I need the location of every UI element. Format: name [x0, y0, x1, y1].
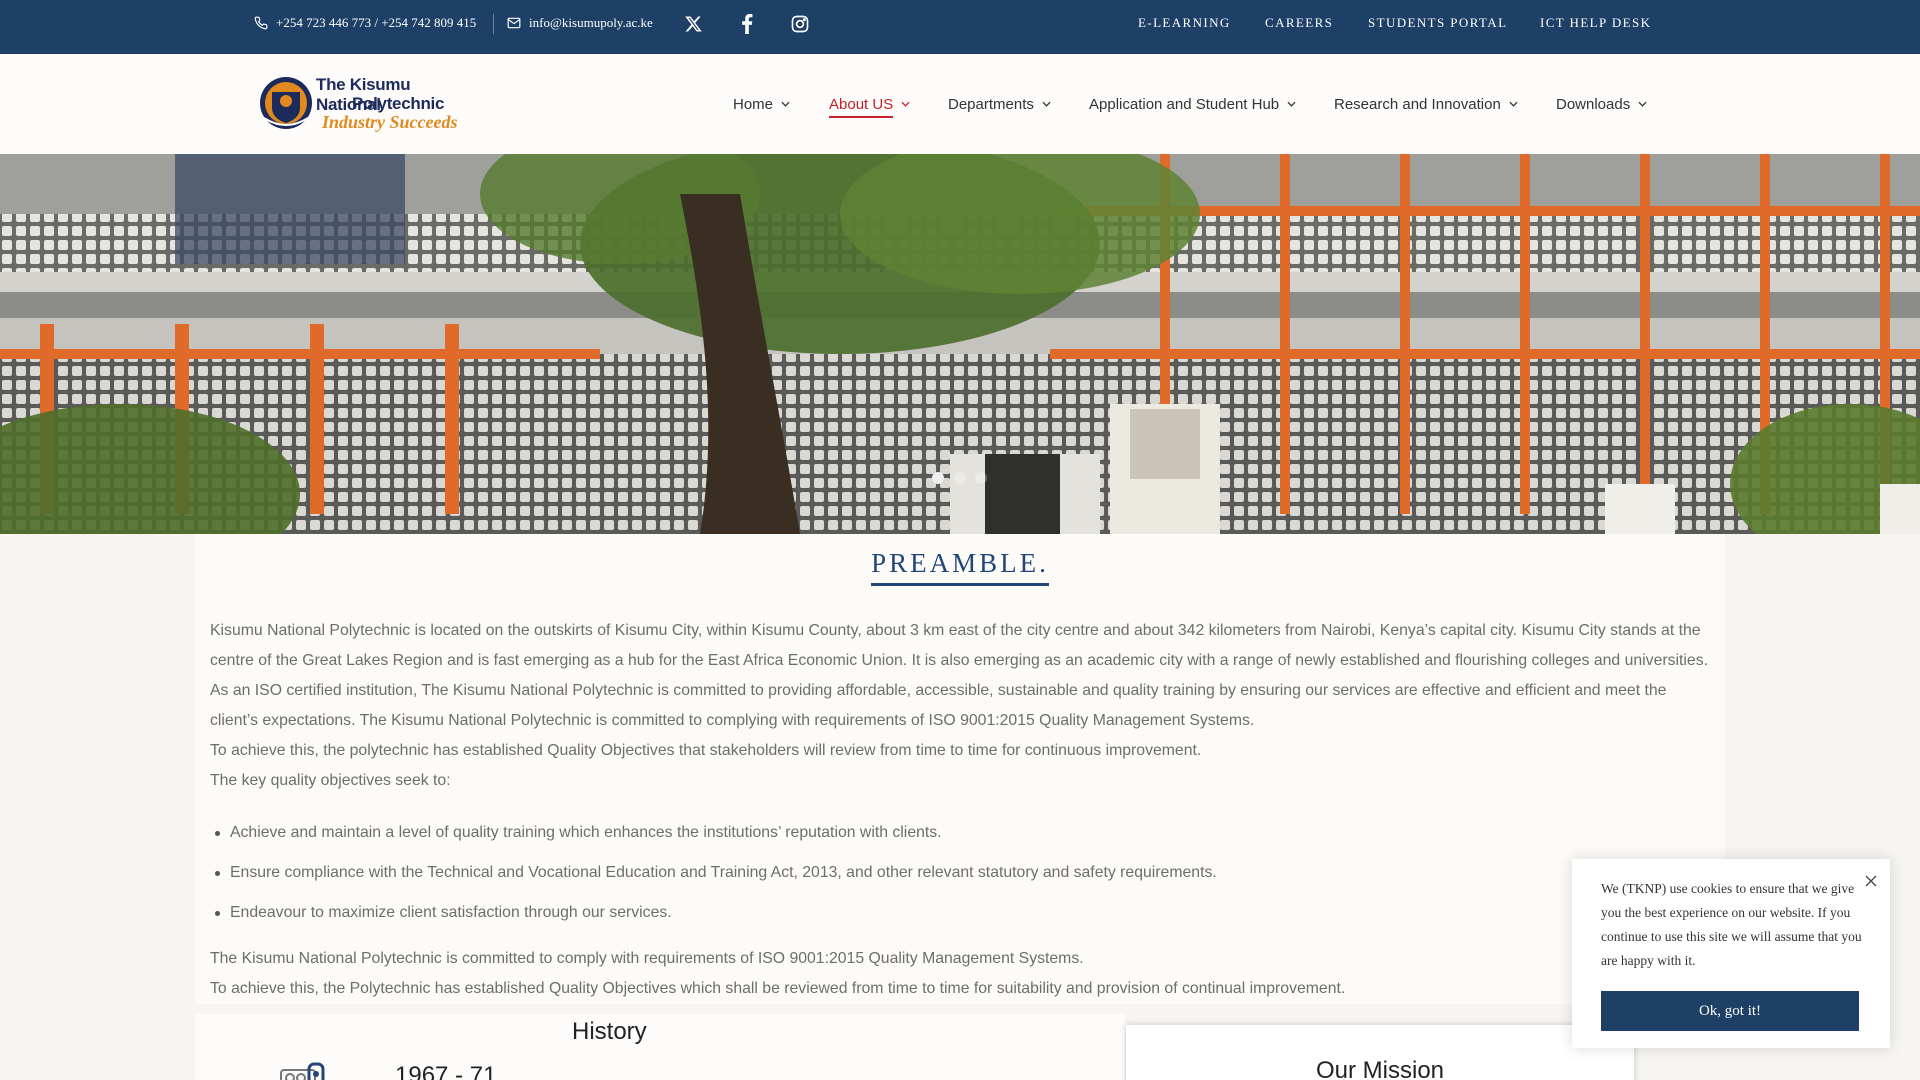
crest-icon	[260, 77, 312, 129]
nav-home[interactable]: Home	[733, 54, 790, 154]
site-logo[interactable]: The Kisumu National Polytechnic Industry…	[258, 72, 478, 134]
careers-link[interactable]: CAREERS	[1265, 0, 1333, 46]
close-icon[interactable]	[1864, 874, 1878, 888]
mail-icon	[507, 17, 521, 29]
nav-about-us-label: About US	[829, 96, 894, 118]
chevron-down-icon	[781, 101, 790, 107]
divider	[493, 14, 494, 34]
phone-contact[interactable]: +254 723 446 773 / +254 742 809 415	[254, 0, 476, 46]
logo-title-line2: Polytechnic	[352, 94, 445, 113]
x-icon[interactable]	[681, 12, 705, 36]
mission-card: Our Mission	[1126, 1025, 1634, 1080]
cookie-text: We (TKNP) use cookies to ensure that we …	[1601, 881, 1862, 968]
slider-dot-2[interactable]	[954, 472, 966, 484]
preamble-heading: PREAMBLE.	[871, 548, 1049, 586]
preamble-paragraph-2: To achieve this, the polytechnic has est…	[210, 742, 1202, 759]
slider-dot-1[interactable]	[932, 472, 944, 484]
students-portal-link[interactable]: STUDENTS PORTAL	[1368, 0, 1507, 46]
nav-about-us[interactable]: About US	[829, 54, 910, 154]
history-heading: History	[572, 1018, 647, 1045]
cookie-accept-button[interactable]: Ok, got it!	[1601, 991, 1859, 1031]
main-header: The Kisumu National Polytechnic Industry…	[0, 54, 1920, 154]
email-contact[interactable]: info@kisumupoly.ac.ke	[507, 0, 653, 46]
preamble-section: PREAMBLE. Kisumu National Polytechnic is…	[195, 534, 1725, 1004]
list-item: Achieve and maintain a level of quality …	[210, 813, 1710, 853]
elearning-link[interactable]: E-LEARNING	[1138, 0, 1231, 46]
list-item: Ensure compliance with the Technical and…	[210, 853, 1710, 893]
nav-downloads-label: Downloads	[1556, 95, 1631, 113]
list-item: Endeavour to maximize client satisfactio…	[210, 893, 1710, 933]
nav-home-label: Home	[733, 95, 774, 113]
preamble-paragraph-5: To achieve this, the Polytechnic has est…	[210, 980, 1346, 997]
history-section: History 1967 - 71	[195, 1014, 1125, 1080]
chevron-down-icon	[1042, 101, 1051, 107]
preamble-paragraph-3: The key quality objectives seek to:	[210, 772, 451, 789]
chevron-down-icon	[1287, 101, 1296, 107]
mission-heading: Our Mission	[1315, 1057, 1445, 1080]
phone-icon	[254, 16, 268, 30]
nav-application-student-hub[interactable]: Application and Student Hub	[1089, 54, 1296, 154]
instagram-icon[interactable]	[788, 12, 812, 36]
facebook-icon[interactable]	[735, 12, 759, 36]
nav-application-label: Application and Student Hub	[1089, 95, 1280, 113]
history-year: 1967 - 71	[395, 1062, 497, 1080]
chevron-down-icon	[1638, 101, 1647, 107]
cookie-consent-popup: We (TKNP) use cookies to ensure that we …	[1572, 859, 1890, 1048]
nav-departments-label: Departments	[948, 95, 1034, 113]
nav-research-innovation[interactable]: Research and Innovation	[1334, 54, 1518, 154]
nav-research-label: Research and Innovation	[1334, 95, 1501, 113]
slider-dot-3[interactable]	[975, 472, 987, 484]
logo-tagline: Industry Succeeds	[322, 112, 458, 132]
email-text: info@kisumupoly.ac.ke	[529, 15, 653, 30]
chevron-down-icon	[1509, 101, 1518, 107]
preamble-paragraph-4: The Kisumu National Polytechnic is commi…	[210, 950, 1084, 967]
ict-help-desk-link[interactable]: ICT HELP DESK	[1540, 0, 1651, 46]
nav-departments[interactable]: Departments	[948, 54, 1051, 154]
top-bar: +254 723 446 773 / +254 742 809 415 info…	[0, 0, 1920, 54]
nav-downloads[interactable]: Downloads	[1556, 54, 1647, 154]
preamble-heading-wrap: PREAMBLE.	[195, 548, 1725, 586]
history-icon	[280, 1062, 325, 1080]
quality-objectives-list: Achieve and maintain a level of quality …	[210, 813, 1710, 933]
preamble-paragraph-1: Kisumu National Polytechnic is located o…	[210, 622, 1709, 729]
chevron-down-icon	[901, 101, 910, 107]
phone-text: +254 723 446 773 / +254 742 809 415	[276, 15, 477, 30]
